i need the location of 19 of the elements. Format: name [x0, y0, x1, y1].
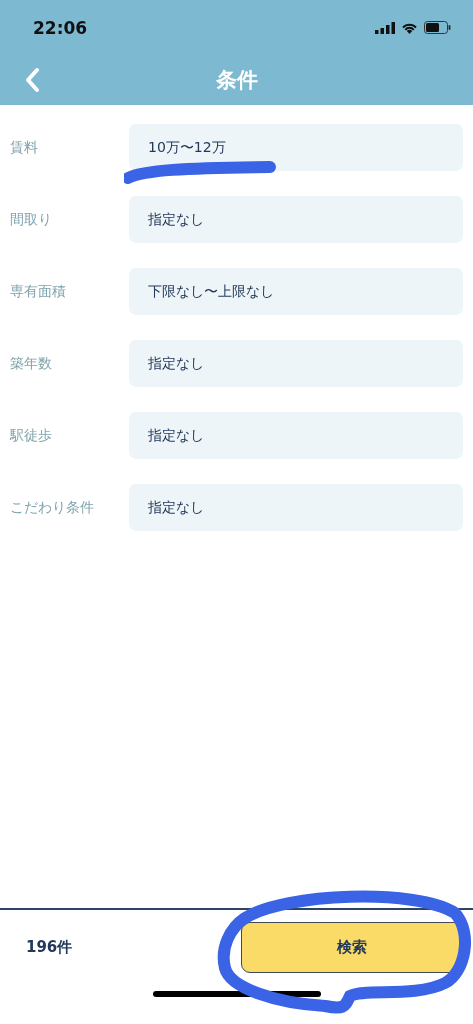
result-count: 196件: [26, 937, 73, 957]
signal-icon: [375, 21, 395, 34]
condition-field[interactable]: 指定なし: [129, 340, 463, 387]
condition-label: 専有面積: [10, 282, 67, 301]
condition-field[interactable]: 10万〜12万: [129, 124, 463, 171]
screen-title: 条件: [215, 67, 258, 94]
condition-field[interactable]: 指定なし: [129, 196, 463, 243]
wifi-icon: [401, 21, 418, 34]
condition-label: 賃料: [10, 138, 39, 157]
back-button[interactable]: [24, 67, 40, 93]
condition-label: 駅徒歩: [10, 426, 53, 445]
condition-label: こだわり条件: [10, 498, 95, 517]
status-time: 22:06: [33, 17, 88, 38]
battery-icon: [424, 21, 451, 34]
condition-field[interactable]: 指定なし: [129, 484, 463, 531]
condition-field[interactable]: 指定なし: [129, 412, 463, 459]
condition-label: 築年数: [10, 354, 53, 373]
condition-field[interactable]: 下限なし〜上限なし: [129, 268, 463, 315]
condition-label: 間取り: [10, 210, 53, 229]
